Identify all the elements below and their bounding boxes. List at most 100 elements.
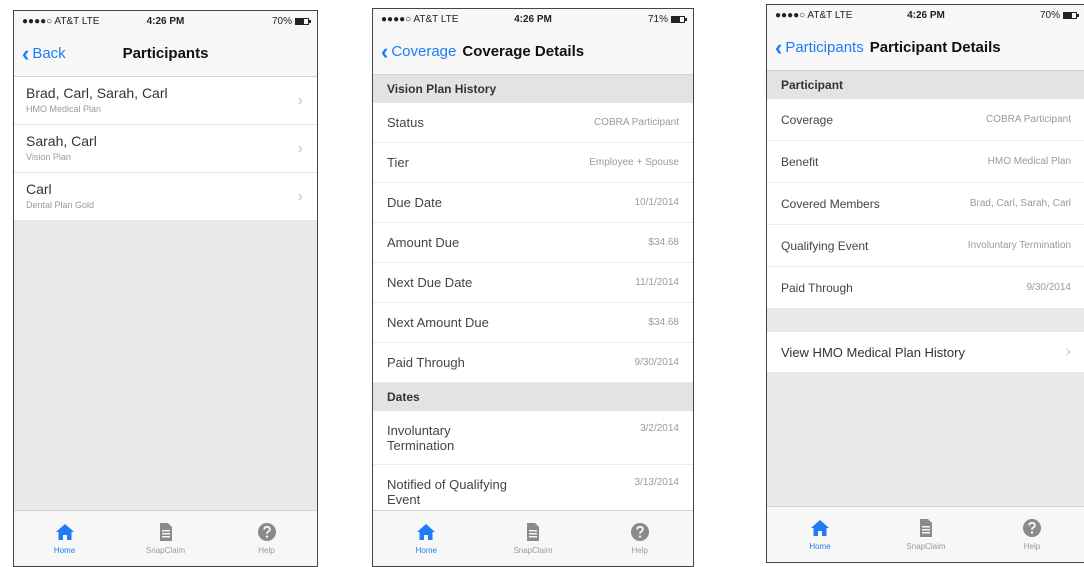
- detail-row: Benefit HMO Medical Plan: [767, 141, 1084, 183]
- home-icon: [811, 520, 829, 536]
- tab-home[interactable]: Home: [14, 511, 115, 566]
- detail-value: 10/1/2014: [634, 197, 680, 208]
- list-item-subtitle: HMO Medical Plan: [26, 104, 102, 114]
- participants-screen: ●●●●○ AT&T LTE 4:26 PM 70% ‹ Back Partic…: [13, 10, 318, 567]
- detail-row: Notified of Qualifying Event 3/13/2014: [373, 465, 693, 510]
- tab-help[interactable]: Help: [979, 507, 1084, 562]
- detail-label: Notified of Qualifying Event: [387, 477, 507, 507]
- chevron-right-icon: ›: [297, 187, 303, 205]
- status-bar: ●●●●○ AT&T LTE 4:26 PM 70%: [14, 11, 317, 31]
- page-title: Participant Details: [869, 39, 1001, 56]
- tab-snapclaim[interactable]: SnapClaim: [480, 511, 587, 566]
- detail-label: Paid Through: [387, 355, 465, 370]
- detail-label: Covered Members: [781, 196, 880, 211]
- section-header: Dates: [373, 383, 693, 411]
- navigation-bar: ‹ Participants Participant Details: [767, 25, 1084, 71]
- tab-bar: Home SnapClaim Help: [373, 510, 693, 566]
- help-icon: [257, 523, 276, 541]
- detail-row: Status COBRA Participant: [373, 103, 693, 143]
- detail-row: Due Date 10/1/2014: [373, 183, 693, 223]
- back-button-label: Coverage: [391, 43, 457, 60]
- detail-value: Brad, Carl, Sarah, Carl: [969, 198, 1071, 209]
- chevron-left-icon: ‹: [22, 40, 30, 66]
- battery-percent: 71%: [647, 13, 668, 25]
- list-item[interactable]: Brad, Carl, Sarah, Carl HMO Medical Plan…: [14, 77, 317, 125]
- tab-bar: Home SnapClaim Help: [14, 510, 317, 566]
- back-button[interactable]: ‹ Participants: [767, 34, 864, 60]
- back-button[interactable]: ‹ Back: [14, 40, 66, 66]
- tab-label: Home: [809, 542, 831, 551]
- battery-icon: [671, 15, 687, 23]
- status-bar: ●●●●○ AT&T LTE 4:26 PM 70%: [767, 5, 1084, 25]
- list-item-title: Brad, Carl, Sarah, Carl: [26, 85, 168, 101]
- tab-help[interactable]: Help: [216, 511, 317, 566]
- battery-percent: 70%: [271, 15, 292, 27]
- tab-label: Help: [1023, 542, 1041, 551]
- detail-row: Tier Employee + Spouse: [373, 143, 693, 183]
- detail-label: Status: [387, 115, 424, 130]
- detail-label: Due Date: [387, 195, 442, 210]
- tab-snapclaim[interactable]: SnapClaim: [115, 511, 216, 566]
- detail-row: Paid Through 9/30/2014: [373, 343, 693, 383]
- detail-value: 3/2/2014: [640, 423, 679, 434]
- status-bar: ●●●●○ AT&T LTE 4:26 PM 71%: [373, 9, 693, 29]
- view-plan-history-link[interactable]: View HMO Medical Plan History ›: [767, 331, 1084, 373]
- detail-row: Involuntary Termination 3/2/2014: [373, 411, 693, 465]
- detail-row: Next Amount Due $34.68: [373, 303, 693, 343]
- tab-label: Home: [53, 546, 76, 555]
- detail-row: Amount Due $34.68: [373, 223, 693, 263]
- document-icon: [920, 519, 932, 537]
- back-button-label: Back: [32, 45, 66, 62]
- list-item[interactable]: Sarah, Carl Vision Plan ›: [14, 125, 317, 173]
- detail-row: Covered Members Brad, Carl, Sarah, Carl: [767, 183, 1084, 225]
- home-icon: [55, 524, 74, 540]
- list-item-title: Carl: [26, 181, 52, 197]
- tab-label: Help: [258, 546, 275, 555]
- tab-label: Help: [631, 546, 648, 555]
- detail-value: COBRA Participant: [593, 117, 679, 128]
- detail-row: Coverage COBRA Participant: [767, 99, 1084, 141]
- detail-label: Tier: [387, 155, 409, 170]
- detail-label: Involuntary Termination: [387, 423, 455, 453]
- detail-value: 11/1/2014: [635, 277, 679, 288]
- tab-label: SnapClaim: [145, 546, 186, 555]
- list-item[interactable]: Carl Dental Plan Gold ›: [14, 173, 317, 221]
- detail-label: Coverage: [781, 112, 834, 127]
- detail-label: Amount Due: [387, 235, 460, 250]
- tab-home[interactable]: Home: [373, 511, 480, 566]
- tab-label: Home: [415, 546, 437, 555]
- tab-label: SnapClaim: [513, 546, 553, 555]
- detail-row: Qualifying Event Involuntary Termination: [767, 225, 1084, 267]
- list-item-title: Sarah, Carl: [26, 133, 97, 149]
- detail-row: Next Due Date 11/1/2014: [373, 263, 693, 303]
- page-title: Coverage Details: [462, 43, 585, 60]
- detail-label: Benefit: [781, 154, 819, 169]
- list-item-subtitle: Dental Plan Gold: [26, 200, 95, 210]
- battery-indicator: 70%: [166, 15, 311, 27]
- carrier-label: ●●●●○ AT&T LTE: [381, 13, 459, 25]
- detail-value: HMO Medical Plan: [987, 156, 1071, 167]
- section-header: Participant: [767, 71, 1084, 99]
- history-link-label: View HMO Medical Plan History: [781, 344, 965, 360]
- coverage-details: Vision Plan History Status COBRA Partici…: [373, 75, 693, 510]
- battery-percent: 70%: [1039, 9, 1060, 21]
- detail-label: Next Due Date: [387, 275, 473, 290]
- tab-snapclaim[interactable]: SnapClaim: [873, 507, 979, 562]
- tab-help[interactable]: Help: [586, 511, 693, 566]
- detail-value: Involuntary Termination: [967, 240, 1071, 251]
- navigation-bar: ‹ Coverage Coverage Details: [373, 29, 693, 75]
- carrier-label: ●●●●○ AT&T LTE: [775, 9, 853, 21]
- detail-label: Paid Through: [781, 280, 853, 295]
- chevron-right-icon: ›: [297, 91, 303, 109]
- detail-value: 9/30/2014: [634, 357, 680, 368]
- detail-value: $34.68: [648, 237, 679, 248]
- tab-label: SnapClaim: [906, 542, 946, 551]
- chevron-right-icon: ›: [1065, 343, 1071, 360]
- home-icon: [417, 524, 436, 540]
- back-button[interactable]: ‹ Coverage: [373, 40, 457, 63]
- chevron-right-icon: ›: [297, 139, 303, 157]
- section-header: Vision Plan History: [373, 75, 693, 103]
- tab-home[interactable]: Home: [767, 507, 873, 562]
- chevron-left-icon: ‹: [775, 34, 783, 60]
